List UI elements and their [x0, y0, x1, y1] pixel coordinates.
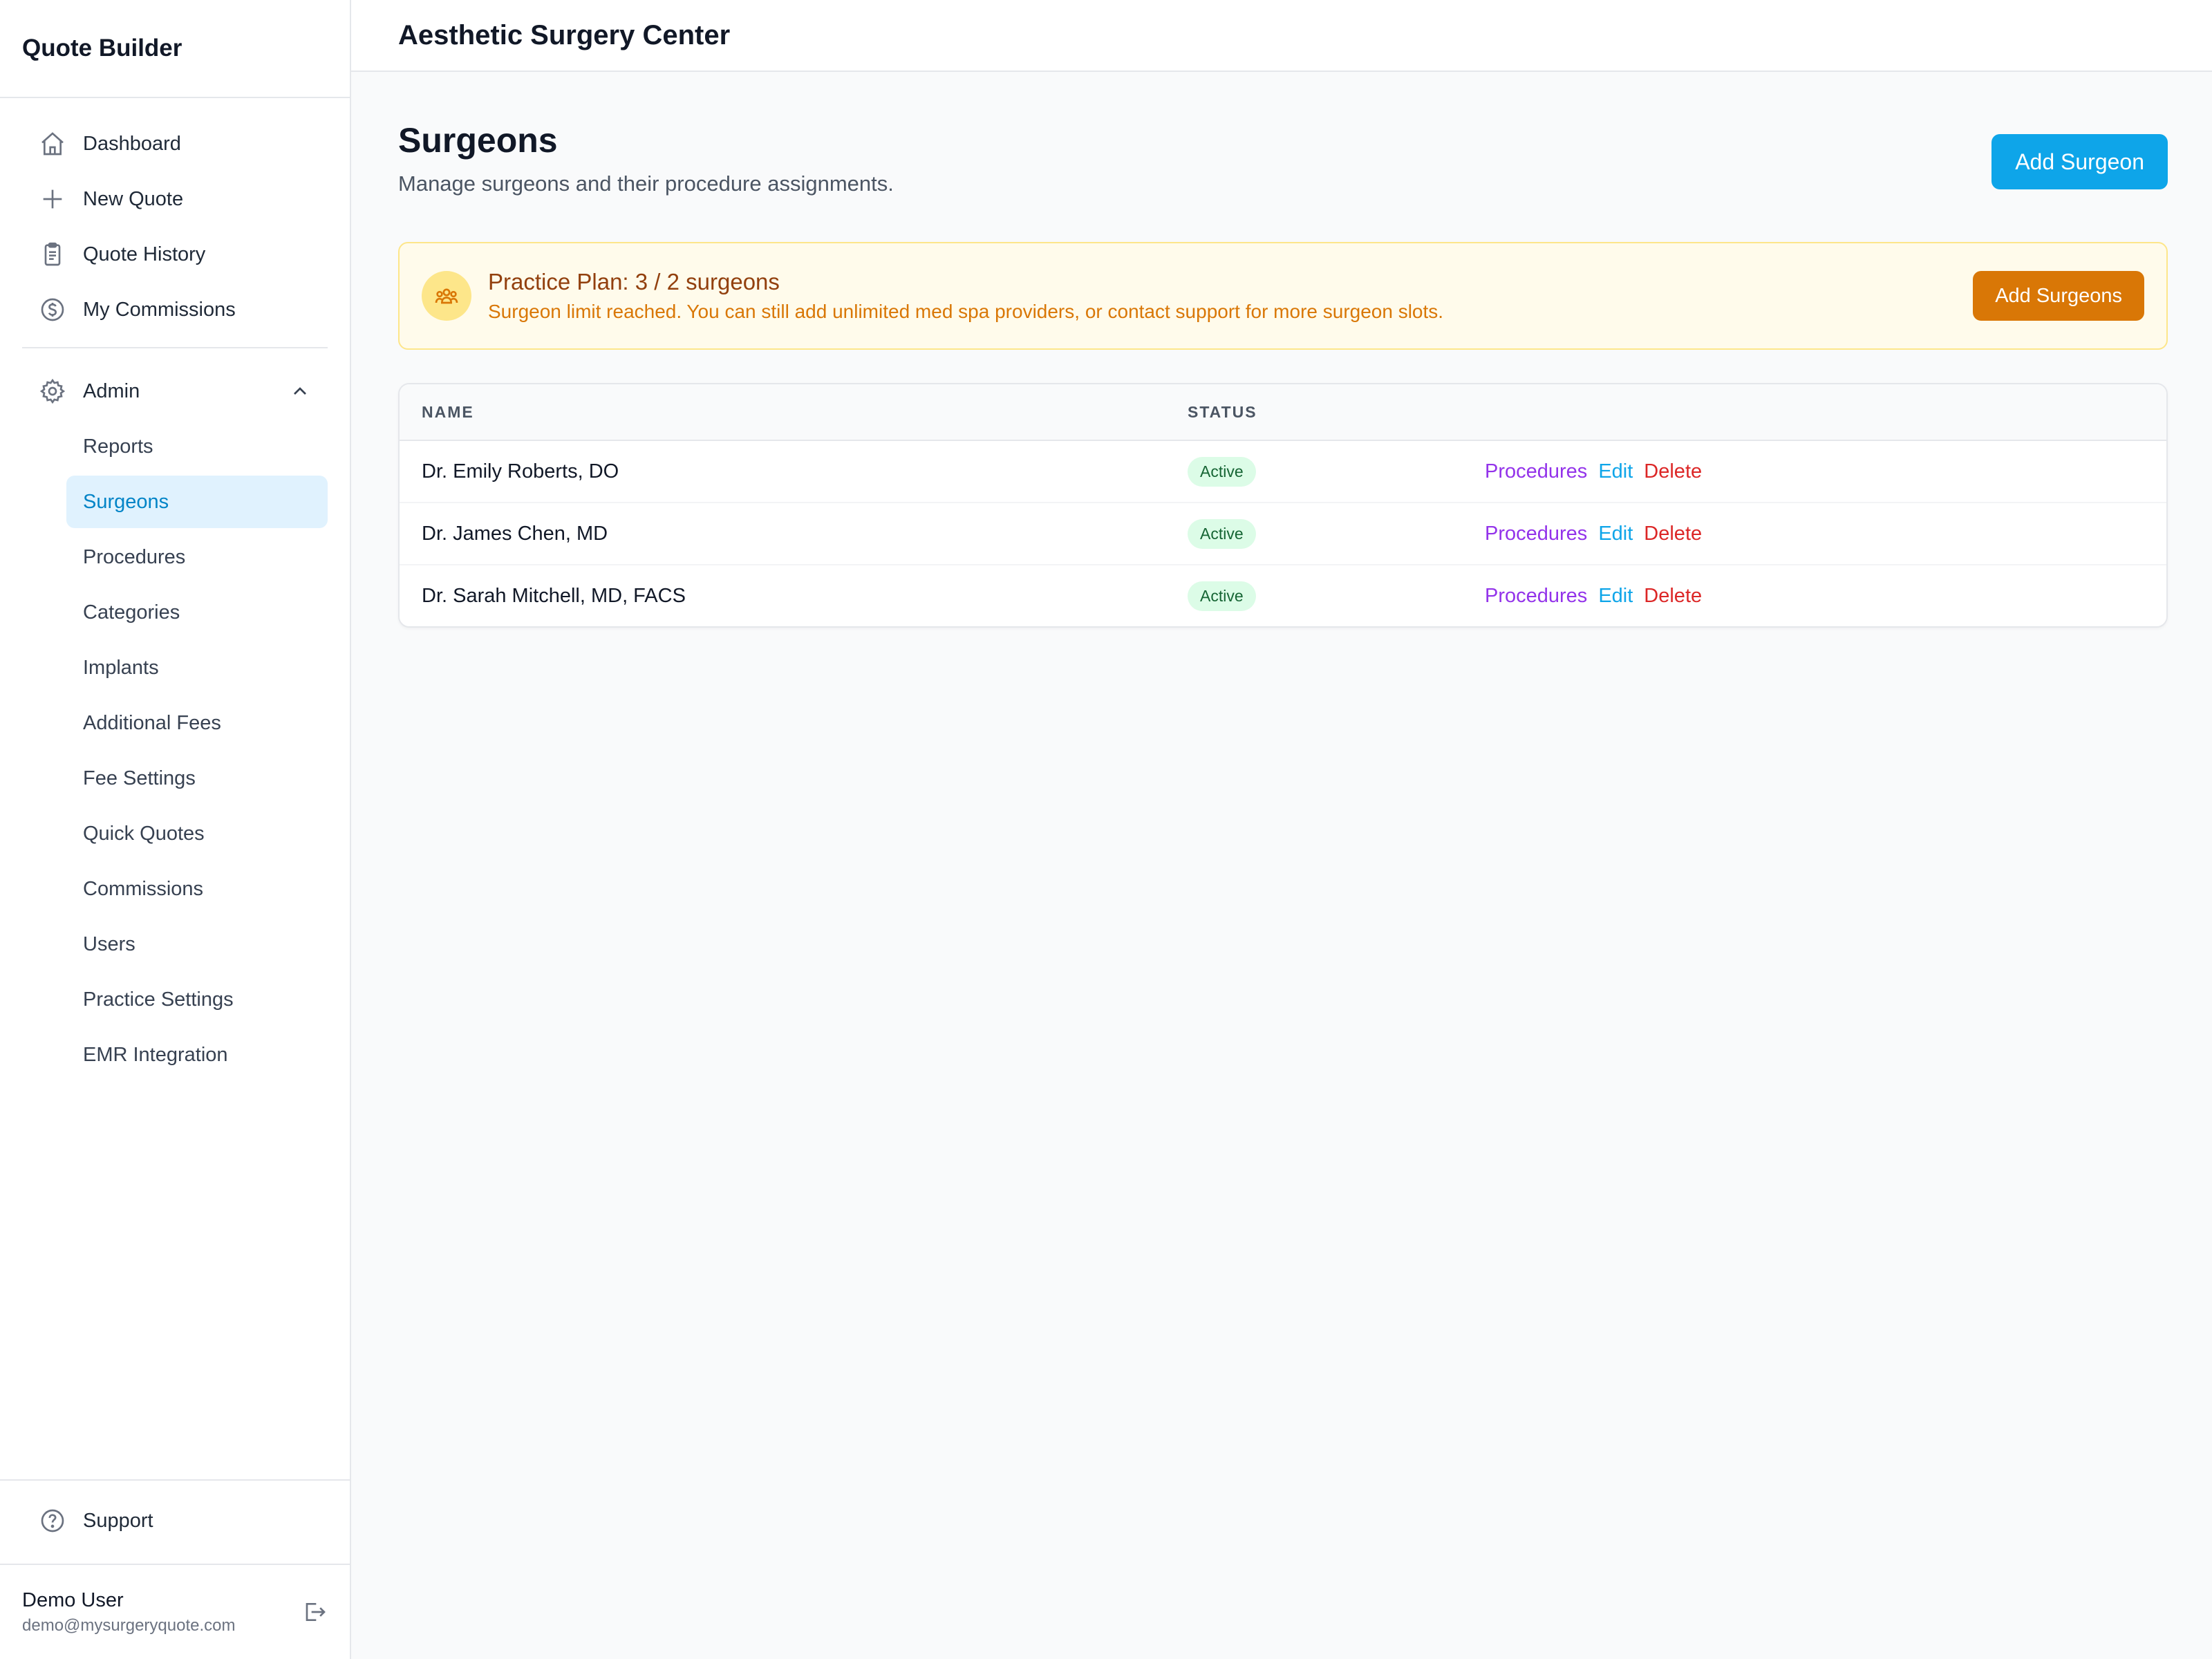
column-header-status: STATUS — [1188, 402, 1257, 421]
sidebar-item-quick-quotes[interactable]: Quick Quotes — [66, 807, 328, 860]
sidebar-item-implants[interactable]: Implants — [66, 641, 328, 694]
procedures-link[interactable]: Procedures — [1485, 460, 1587, 483]
status-cell: Active — [1188, 581, 1485, 611]
surgeons-table: NAME STATUS Dr. Emily Roberts, DO Active… — [398, 383, 2168, 628]
edit-link[interactable]: Edit — [1598, 585, 1633, 608]
gear-icon — [39, 377, 66, 405]
delete-link[interactable]: Delete — [1644, 460, 1702, 483]
table-row: Dr. Sarah Mitchell, MD, FACS Active Proc… — [400, 565, 2166, 626]
banner-text: Practice Plan: 3 / 2 surgeons Surgeon li… — [488, 269, 1973, 323]
surgeon-name: Dr. James Chen, MD — [422, 522, 608, 545]
sidebar-item-label: Quote History — [83, 243, 206, 265]
add-surgeon-button[interactable]: Add Surgeon — [1991, 134, 2168, 189]
sidebar-item-label: Admin — [83, 379, 140, 402]
sidebar-item-label: My Commissions — [83, 298, 236, 321]
edit-link[interactable]: Edit — [1598, 523, 1633, 545]
practice-name: Aesthetic Surgery Center — [351, 0, 2212, 72]
sidebar-item-emr-integration[interactable]: EMR Integration — [66, 1029, 328, 1081]
column-header-name: NAME — [422, 402, 474, 421]
sidebar-item-practice-settings[interactable]: Practice Settings — [66, 973, 328, 1026]
chevron-up-icon[interactable] — [289, 380, 311, 402]
main-area: Aesthetic Surgery Center Surgeons Manage… — [351, 0, 2212, 1659]
sidebar-item-additional-fees[interactable]: Additional Fees — [66, 697, 328, 749]
page-heading: Surgeons Manage surgeons and their proce… — [398, 111, 894, 196]
user-email: demo@mysurgeryquote.com — [22, 1615, 236, 1635]
sidebar-divider — [22, 347, 328, 348]
page-title: Surgeons — [398, 121, 558, 160]
sidebar: Quote Builder Dashboard New Quote Quote … — [0, 0, 351, 1659]
sidebar-footer: Support Demo User demo@mysurgeryquote.co… — [0, 1479, 350, 1659]
user-info: Demo User demo@mysurgeryquote.com — [22, 1589, 235, 1635]
banner-message: Surgeon limit reached. You can still add… — [488, 301, 1444, 322]
status-cell: Active — [1188, 456, 1485, 487]
delete-link[interactable]: Delete — [1644, 585, 1702, 608]
dollar-circle-icon — [39, 296, 66, 324]
sidebar-item-dashboard[interactable]: Dashboard — [22, 118, 328, 170]
app-brand: Quote Builder — [0, 0, 350, 98]
surgeon-name: Dr. Sarah Mitchell, MD, FACS — [422, 584, 686, 607]
plan-limit-banner: Practice Plan: 3 / 2 surgeons Surgeon li… — [398, 242, 2168, 350]
table-header: NAME STATUS — [400, 384, 2166, 441]
sidebar-item-reports[interactable]: Reports — [66, 420, 328, 473]
user-name: Demo User — [22, 1588, 124, 1611]
add-surgeons-button[interactable]: Add Surgeons — [1973, 271, 2144, 321]
app-root: Quote Builder Dashboard New Quote Quote … — [0, 0, 2212, 1659]
sidebar-item-label: Support — [83, 1509, 153, 1532]
home-icon — [39, 130, 66, 158]
logout-icon[interactable] — [300, 1598, 328, 1626]
sidebar-item-my-commissions[interactable]: My Commissions — [22, 283, 328, 336]
row-actions: Procedures Edit Delete — [1485, 523, 2166, 545]
sidebar-item-label: New Quote — [83, 187, 184, 210]
table-row: Dr. James Chen, MD Active Procedures Edi… — [400, 503, 2166, 565]
banner-title: Practice Plan: 3 / 2 surgeons — [488, 269, 780, 294]
row-actions: Procedures Edit Delete — [1485, 460, 2166, 483]
sidebar-item-quote-history[interactable]: Quote History — [22, 228, 328, 281]
plus-icon — [39, 185, 66, 213]
procedures-link[interactable]: Procedures — [1485, 523, 1587, 545]
sidebar-item-new-quote[interactable]: New Quote — [22, 173, 328, 225]
sidebar-item-users[interactable]: Users — [66, 918, 328, 971]
sidebar-item-commissions[interactable]: Commissions — [66, 863, 328, 915]
status-badge: Active — [1188, 518, 1256, 549]
page-subtitle: Manage surgeons and their procedure assi… — [398, 171, 894, 196]
procedures-link[interactable]: Procedures — [1485, 585, 1587, 608]
edit-link[interactable]: Edit — [1598, 460, 1633, 483]
surgeon-name: Dr. Emily Roberts, DO — [422, 460, 619, 482]
support-section: Support — [0, 1481, 350, 1565]
sidebar-item-surgeons[interactable]: Surgeons — [66, 476, 328, 528]
page-content: Surgeons Manage surgeons and their proce… — [351, 72, 2212, 628]
clipboard-icon — [39, 241, 66, 268]
sidebar-nav: Dashboard New Quote Quote History My Com… — [0, 98, 350, 1479]
delete-link[interactable]: Delete — [1644, 523, 1702, 545]
sidebar-item-categories[interactable]: Categories — [66, 586, 328, 639]
page-header: Surgeons Manage surgeons and their proce… — [398, 111, 2168, 196]
status-badge: Active — [1188, 581, 1256, 611]
row-actions: Procedures Edit Delete — [1485, 585, 2166, 608]
sidebar-item-procedures[interactable]: Procedures — [66, 531, 328, 583]
sidebar-item-support[interactable]: Support — [22, 1494, 328, 1547]
sidebar-item-label: Dashboard — [83, 132, 181, 155]
table-row: Dr. Emily Roberts, DO Active Procedures … — [400, 441, 2166, 503]
status-cell: Active — [1188, 518, 1485, 549]
users-group-icon — [422, 271, 471, 321]
status-badge: Active — [1188, 456, 1256, 487]
sidebar-item-admin[interactable]: Admin — [22, 365, 328, 418]
sidebar-item-fee-settings[interactable]: Fee Settings — [66, 752, 328, 805]
help-circle-icon — [39, 1507, 66, 1535]
user-profile: Demo User demo@mysurgeryquote.com — [0, 1565, 350, 1659]
